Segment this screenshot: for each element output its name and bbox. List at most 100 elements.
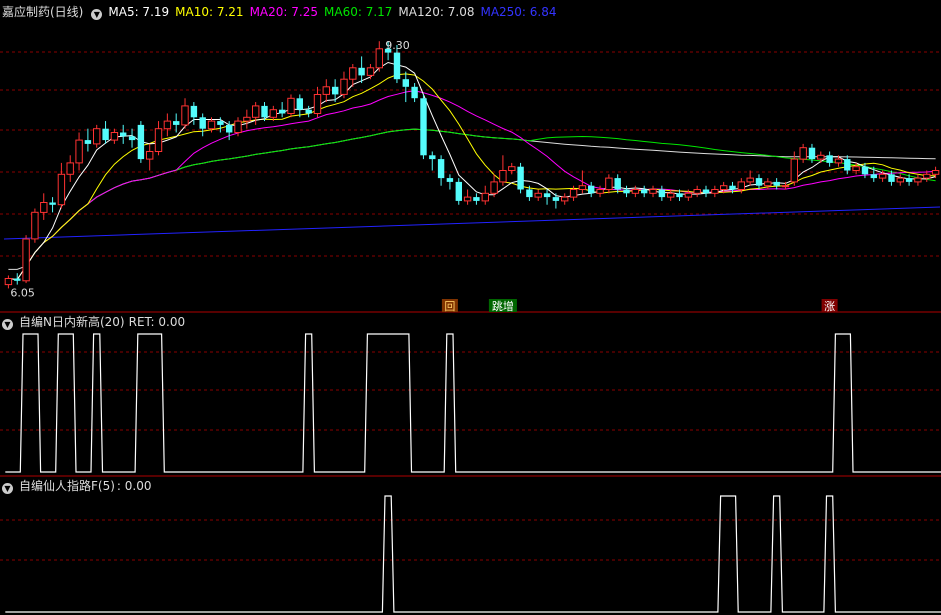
candle-body (322, 86, 331, 95)
candle-body (296, 98, 303, 110)
candle-body (279, 109, 286, 114)
sub1-legend: ▼ 自编N日内新高(20) RET: 0.00 (0, 314, 191, 330)
ma60-label: MA60: 7.17 (324, 5, 393, 19)
candle-body (313, 94, 322, 114)
candlesticks (4, 41, 940, 289)
candle-body (543, 193, 551, 198)
candle-body (173, 121, 180, 125)
moving-average-lines (3, 61, 941, 281)
candle-body (641, 189, 648, 194)
candle-body (120, 132, 127, 137)
candle-body (676, 193, 683, 198)
candle-body (14, 278, 21, 281)
candle-body (349, 67, 357, 80)
candle-body (914, 177, 922, 183)
candle-body (4, 278, 13, 286)
high-price-label: 9.30 (385, 39, 410, 52)
candle-body (332, 86, 339, 95)
candle-body (578, 185, 587, 190)
candle-body (402, 79, 409, 87)
candle-body (207, 120, 216, 130)
candle-body (22, 238, 30, 282)
candle-body (437, 159, 445, 179)
ma250-label: MA250: 6.84 (480, 5, 557, 19)
candle-body (526, 189, 533, 198)
candle-body (269, 109, 278, 118)
kline-chart[interactable]: 回 跳增 涨 9.30 6.05 (0, 0, 941, 615)
candle-body (596, 189, 604, 194)
candle-body (49, 202, 56, 205)
candle-body (93, 128, 101, 145)
candle-body (508, 166, 516, 171)
candle-body (499, 170, 507, 183)
candle-body (852, 166, 860, 171)
candle-body (826, 155, 833, 163)
candle-body (844, 159, 851, 171)
candle-body (490, 181, 498, 194)
candle-body (243, 116, 251, 122)
candle-body (729, 185, 736, 190)
candle-body (931, 170, 940, 175)
candle-body (57, 173, 66, 206)
ma20-label: MA20: 7.25 (249, 5, 318, 19)
candle-body (305, 109, 312, 114)
sub2-value: : 0.00 (116, 479, 152, 493)
candle-body (790, 158, 798, 183)
candle-body (878, 173, 887, 179)
sub2-title: 自编仙人指路F(5) (19, 479, 115, 493)
main-legend: 嘉应制药(日线) ▼ MA5: 7.19 MA10: 7.21 MA20: 7.25 MA… (0, 4, 563, 20)
candle-body (588, 185, 595, 194)
candle-body (84, 140, 92, 144)
xianren-zhilu-indicator-line (5, 495, 941, 613)
candle-body (896, 177, 904, 183)
candle-body (684, 192, 693, 198)
candle-body (561, 196, 569, 202)
candle-body (658, 189, 666, 198)
candle-body (764, 181, 772, 187)
sub1-value: RET: 0.00 (128, 315, 186, 329)
candle-body (252, 105, 260, 118)
xianren-zhilu-line (5, 495, 941, 613)
candle-body (702, 189, 710, 194)
candle-body (190, 105, 198, 118)
signal-marker-text: 回 (444, 300, 455, 313)
candle-body (358, 67, 365, 76)
signal-markers: 回 跳增 涨 (441, 299, 838, 313)
candle-body (455, 181, 462, 201)
ma10-label: MA10: 7.21 (175, 5, 244, 19)
chevron-down-icon[interactable]: ▼ (91, 9, 103, 20)
candle-body (623, 189, 630, 194)
stock-title: 嘉应制药(日线) (2, 5, 84, 19)
new-high-line (5, 333, 941, 473)
candle-body (923, 173, 931, 179)
sub2-legend: ▼ 自编仙人指路F(5): 0.00 (0, 478, 157, 494)
candle-body (534, 192, 542, 198)
candle-body (569, 189, 578, 198)
candle-body (861, 166, 869, 175)
candle-body (40, 202, 48, 213)
candle-body (473, 197, 480, 201)
chevron-down-icon[interactable]: ▼ (2, 483, 13, 494)
candle-body (181, 105, 189, 126)
candle-body (287, 97, 295, 115)
candle-body (481, 192, 490, 202)
chevron-down-icon[interactable]: ▼ (2, 319, 13, 330)
candle-body (261, 105, 268, 118)
candle-body (226, 124, 233, 133)
candle-body (737, 181, 745, 190)
candle-body (446, 178, 454, 182)
candle-body (340, 78, 348, 95)
candle-body (66, 162, 74, 175)
candle-body (217, 121, 224, 125)
ma5-label: MA5: 7.19 (108, 5, 170, 19)
candle-body (199, 117, 206, 129)
ma20-line (8, 90, 936, 281)
candle-body (31, 211, 39, 240)
candle-body (799, 147, 807, 160)
candle-body (905, 178, 913, 182)
candle-body (667, 192, 675, 198)
candle-body (393, 52, 401, 80)
candle-body (552, 197, 560, 201)
candle-body (375, 48, 384, 69)
candle-body (128, 136, 136, 141)
